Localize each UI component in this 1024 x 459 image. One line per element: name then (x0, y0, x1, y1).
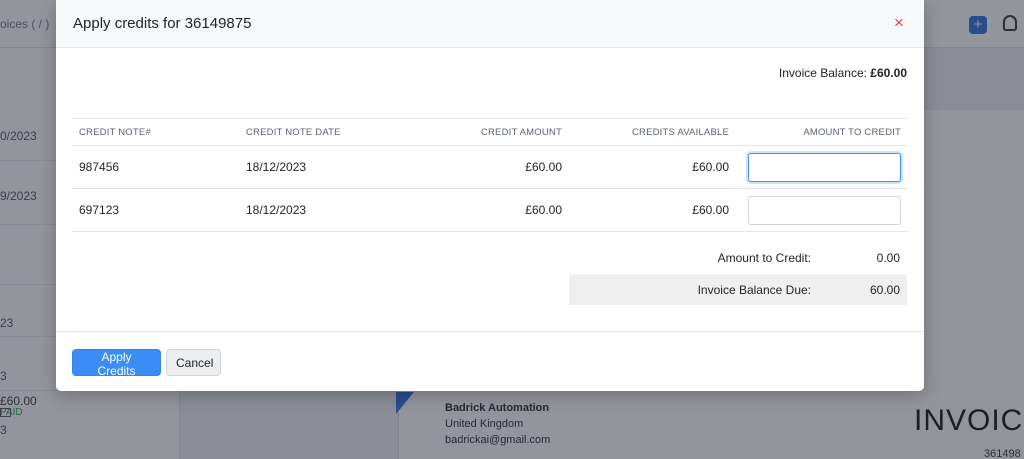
invoice-balance-value: £60.00 (870, 66, 907, 80)
amount-to-credit-cell (736, 145, 908, 189)
invoice-balance: Invoice Balance: £60.00 (779, 66, 907, 80)
credit-note-date: 18/12/2023 (239, 145, 404, 189)
cancel-button[interactable]: Cancel (166, 349, 221, 376)
invoice-balance-label: Invoice Balance: (778, 66, 867, 80)
credit-note-number: 987456 (72, 145, 239, 189)
amount-to-credit-cell (736, 188, 908, 232)
amount-to-credit-input[interactable] (748, 152, 901, 182)
col-credit-note: CREDIT NOTE# (72, 118, 239, 146)
close-icon[interactable]: × (894, 13, 904, 33)
credits-available: £60.00 (569, 145, 736, 189)
balance-due-label: Invoice Balance Due: (697, 283, 811, 297)
modal-header: Apply credits for 36149875 × (56, 0, 924, 48)
col-amount-to-credit: AMOUNT TO CREDIT (736, 118, 908, 146)
modal-footer: Apply Credits Cancel (56, 331, 924, 391)
credits-available: £60.00 (569, 188, 736, 232)
amount-to-credit-summary: Amount to Credit: 0.00 (569, 242, 907, 273)
apply-credits-modal: Apply credits for 36149875 × Invoice Bal… (56, 0, 924, 391)
table-header-row: CREDIT NOTE# CREDIT NOTE DATE CREDIT AMO… (72, 118, 908, 146)
table-row: 987456 18/12/2023 £60.00 £60.00 (72, 145, 908, 189)
credit-note-number: 697123 (72, 188, 239, 232)
credit-amount: £60.00 (404, 188, 569, 232)
col-credits-available: CREDITS AVAILABLE (569, 118, 736, 146)
credits-table: CREDIT NOTE# CREDIT NOTE DATE CREDIT AMO… (72, 118, 908, 232)
amount-to-credit-input[interactable] (748, 195, 901, 225)
amount-to-credit-label: Amount to Credit: (717, 251, 811, 265)
apply-credits-button[interactable]: Apply Credits (72, 349, 161, 378)
credit-note-date: 18/12/2023 (239, 188, 404, 232)
modal-title: Apply credits for 36149875 (73, 15, 252, 32)
balance-due-value: 60.00 (869, 283, 900, 297)
col-credit-note-date: CREDIT NOTE DATE (239, 118, 404, 146)
balance-due-summary: Invoice Balance Due: 60.00 (569, 274, 907, 305)
table-row: 697123 18/12/2023 £60.00 £60.00 (72, 188, 908, 232)
credit-amount: £60.00 (404, 145, 569, 189)
amount-to-credit-value: 0.00 (876, 251, 900, 265)
col-credit-amount: CREDIT AMOUNT (404, 118, 569, 146)
